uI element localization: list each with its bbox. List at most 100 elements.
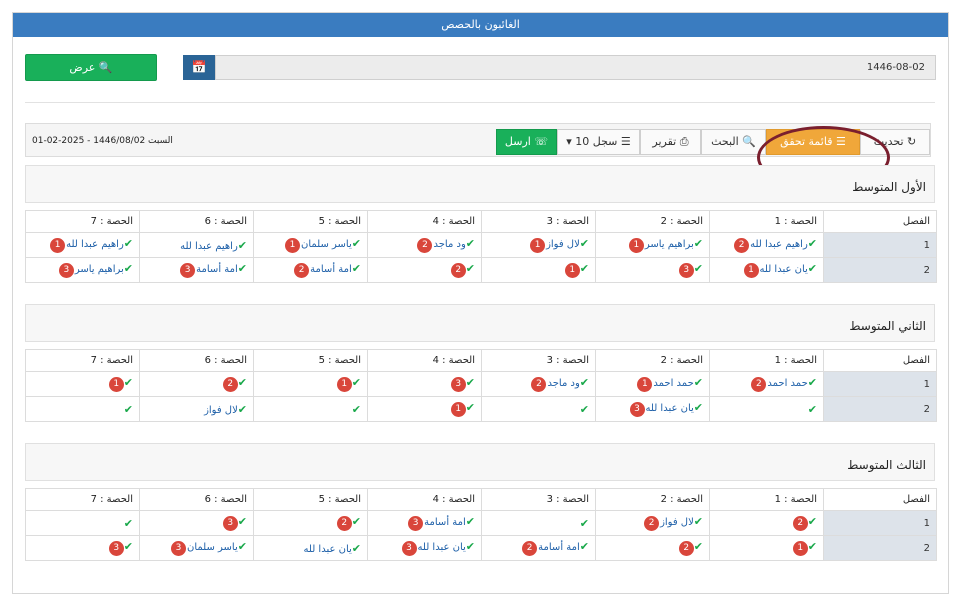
student-name[interactable]: ياسر سلمان xyxy=(301,239,352,250)
student-name[interactable]: لال فواز xyxy=(204,405,238,416)
column-header-period: الحصة : 1 xyxy=(709,488,824,511)
period-cell[interactable]: ✔يان عبدا لله xyxy=(253,535,368,561)
period-cell[interactable]: ✔امة أسامة3 xyxy=(367,510,482,536)
show-button[interactable]: عرض 🔍 xyxy=(25,54,157,81)
student-name[interactable]: ود ماجد xyxy=(547,378,579,389)
count-badge: 2 xyxy=(417,238,433,253)
period-cell[interactable]: ✔براهيم ياسر3 xyxy=(25,257,140,283)
search-button[interactable]: البحث 🔍 xyxy=(701,129,766,155)
send-label: ارسل xyxy=(504,135,531,148)
period-cell[interactable]: ✔2 xyxy=(595,535,710,561)
student-name[interactable]: حمد احمد xyxy=(767,378,807,389)
absence-table: الفصل الحصة : 1 الحصة : 2 الحصة : 3 الحصة : … xyxy=(25,210,937,283)
class-number: 2 xyxy=(823,535,937,561)
student-name[interactable]: يان عبدا لله xyxy=(646,403,694,414)
period-cell[interactable]: ✔يان عبدا لله3 xyxy=(367,535,482,561)
period-cell[interactable]: ✔ xyxy=(25,396,140,422)
student-name[interactable]: يان عبدا لله xyxy=(304,544,352,555)
column-header-period: الحصة : 3 xyxy=(481,349,596,372)
count-badge: 3 xyxy=(629,402,645,417)
table-row: 1 ✔راهيم عبدا لله2 ✔براهيم ياسر1 ✔لال فواز1… xyxy=(25,232,937,258)
send-button[interactable]: ارسل ☏ xyxy=(496,129,557,155)
count-badge: 2 xyxy=(450,263,466,278)
student-name[interactable]: براهيم ياسر xyxy=(645,239,694,250)
date-field[interactable]: 1446-08-02 xyxy=(215,55,936,80)
period-cell[interactable]: ✔3 xyxy=(367,371,482,397)
period-cell[interactable]: ✔امة أسامة2 xyxy=(253,257,368,283)
student-name[interactable]: يان عبدا لله xyxy=(418,542,466,553)
student-name[interactable]: لال فواز xyxy=(546,239,580,250)
period-cell[interactable]: ✔3 xyxy=(139,510,254,536)
period-cell[interactable]: ✔1 xyxy=(367,396,482,422)
period-cell[interactable]: ✔2 xyxy=(139,371,254,397)
count-badge: 1 xyxy=(336,377,352,392)
period-cell[interactable]: ✔2 xyxy=(253,510,368,536)
student-name[interactable]: ود ماجد xyxy=(433,239,465,250)
period-cell[interactable]: ✔راهيم عبدا لله1 xyxy=(25,232,140,258)
student-name[interactable]: راهيم عبدا لله xyxy=(750,239,808,250)
check-icon: ✔ xyxy=(237,540,247,553)
period-cell[interactable]: ✔راهيم عبدا لله xyxy=(139,232,254,258)
student-name[interactable]: امة أسامة xyxy=(424,517,466,528)
check-icon: ✔ xyxy=(579,402,589,416)
main-panel: الغائبون بالحصص عرض 🔍 📅 1446-08-02 السبت… xyxy=(12,12,949,594)
period-cell[interactable]: ✔2 xyxy=(709,510,824,536)
period-cell[interactable]: ✔1 xyxy=(709,535,824,561)
student-name[interactable]: امة أسامة xyxy=(196,264,238,275)
count-badge: 2 xyxy=(222,377,238,392)
period-cell[interactable]: ✔ xyxy=(253,396,368,422)
period-cell[interactable]: ✔ xyxy=(25,510,140,536)
period-cell[interactable]: ✔يان عبدا لله1 xyxy=(709,257,824,283)
period-cell[interactable]: ✔راهيم عبدا لله2 xyxy=(709,232,824,258)
student-name[interactable]: راهيم عبدا لله xyxy=(180,241,238,252)
student-name[interactable]: امة أسامة xyxy=(310,264,352,275)
period-cell[interactable]: ✔1 xyxy=(253,371,368,397)
check-icon: ✔ xyxy=(123,237,133,250)
absence-table: الفصل الحصة : 1 الحصة : 2 الحصة : 3 الحصة : … xyxy=(25,349,937,422)
period-cell[interactable]: ✔1 xyxy=(481,257,596,283)
student-name[interactable]: راهيم عبدا لله xyxy=(66,239,124,250)
count-badge: 1 xyxy=(450,402,466,417)
column-header-period: الحصة : 1 xyxy=(709,349,824,372)
period-cell[interactable]: ✔ود ماجد2 xyxy=(481,371,596,397)
check-icon: ✔ xyxy=(807,376,817,389)
check-icon: ✔ xyxy=(807,540,817,553)
period-cell[interactable]: ✔1 xyxy=(25,371,140,397)
count-badge: 3 xyxy=(678,263,694,278)
period-cell[interactable]: ✔لال فواز2 xyxy=(595,510,710,536)
student-name[interactable]: ياسر سلمان xyxy=(187,542,238,553)
period-cell[interactable]: ✔حمد احمد2 xyxy=(709,371,824,397)
class-number: 2 xyxy=(823,396,937,422)
period-cell[interactable]: ✔ xyxy=(709,396,824,422)
period-cell[interactable]: ✔ xyxy=(481,510,596,536)
check-icon: ✔ xyxy=(693,376,703,389)
records-dropdown[interactable]: ▾ 10 سجل ☰ xyxy=(557,129,640,155)
student-name[interactable]: براهيم ياسر xyxy=(75,264,124,275)
check-icon: ✔ xyxy=(807,402,817,416)
period-cell[interactable]: ✔امة أسامة3 xyxy=(139,257,254,283)
student-name[interactable]: يان عبدا لله xyxy=(760,264,808,275)
period-cell[interactable]: ✔لال فواز xyxy=(139,396,254,422)
print-icon: ⎙ xyxy=(679,135,689,148)
period-cell[interactable]: ✔حمد احمد1 xyxy=(595,371,710,397)
column-header-period: الحصة : 5 xyxy=(253,349,368,372)
period-cell[interactable]: ✔2 xyxy=(367,257,482,283)
calendar-icon[interactable]: 📅 xyxy=(183,55,215,80)
period-cell[interactable]: ✔ود ماجد2 xyxy=(367,232,482,258)
period-cell[interactable]: ✔يان عبدا لله3 xyxy=(595,396,710,422)
period-cell[interactable]: ✔3 xyxy=(595,257,710,283)
column-header-period: الحصة : 2 xyxy=(595,488,710,511)
student-name[interactable]: حمد احمد xyxy=(653,378,693,389)
period-cell[interactable]: ✔براهيم ياسر1 xyxy=(595,232,710,258)
column-header-period: الحصة : 6 xyxy=(139,349,254,372)
report-button[interactable]: تقرير ⎙ xyxy=(640,129,701,155)
period-cell[interactable]: ✔ xyxy=(481,396,596,422)
student-name[interactable]: امة أسامة xyxy=(538,542,580,553)
period-cell[interactable]: ✔3 xyxy=(25,535,140,561)
student-name[interactable]: لال فواز xyxy=(660,517,694,528)
period-cell[interactable]: ✔لال فواز1 xyxy=(481,232,596,258)
period-cell[interactable]: ✔ياسر سلمان3 xyxy=(139,535,254,561)
period-cell[interactable]: ✔ياسر سلمان1 xyxy=(253,232,368,258)
period-cell[interactable]: ✔امة أسامة2 xyxy=(481,535,596,561)
column-header-period: الحصة : 4 xyxy=(367,488,482,511)
